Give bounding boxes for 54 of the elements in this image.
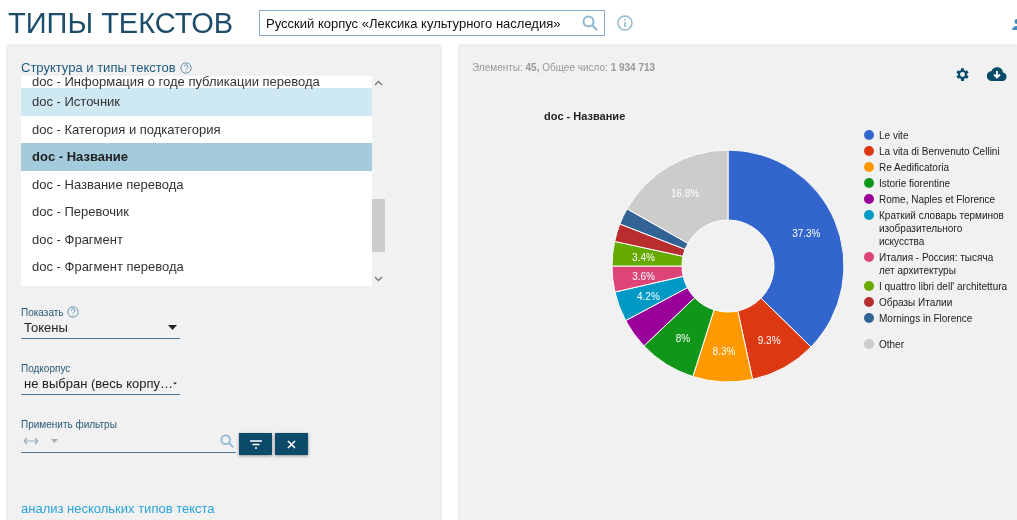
field-label: Применить фильтры xyxy=(21,419,117,430)
subcorpus-select[interactable]: не выбран (весь корпу… xyxy=(21,374,180,395)
legend-label: I quattro libri dell' architettura xyxy=(879,280,1008,293)
legend-label: Образы Италии xyxy=(879,296,953,309)
list-item[interactable]: doc - Фрагмент xyxy=(21,225,372,253)
slice-label: 8.3% xyxy=(712,345,736,357)
stat-value: 1 934 713 xyxy=(610,62,656,73)
page-title: ТИПЫ ТЕКСТОВ xyxy=(8,6,234,40)
field-label: Подкорпус xyxy=(21,363,71,374)
search-icon xyxy=(220,434,234,448)
stat-label: Элементы: xyxy=(472,62,523,73)
list-item[interactable]: doc - Источник xyxy=(21,88,372,116)
list-item[interactable]: doc - Категория и подкатегория xyxy=(21,115,372,143)
legend-label: Other xyxy=(879,338,904,351)
clear-button[interactable] xyxy=(275,433,308,455)
slice-label: 9.3% xyxy=(757,335,781,347)
legend-label: La vita di Benvenuto Cellini xyxy=(879,145,1000,158)
legend-label: Италия - Россия: тысяча лет архитектуры xyxy=(879,251,995,277)
scroll-down-icon[interactable] xyxy=(374,276,383,282)
info-icon[interactable] xyxy=(617,15,634,31)
close-icon xyxy=(287,439,296,449)
show-select[interactable]: Токены xyxy=(21,318,180,339)
scroll-up-icon[interactable] xyxy=(374,80,383,86)
settings-icon[interactable] xyxy=(954,66,971,83)
legend-label: Mornings in Florence xyxy=(879,312,973,325)
list-item[interactable]: doc - Фрагмент перевода xyxy=(21,253,372,281)
field-label: Структура и типы текстов xyxy=(21,60,176,75)
legend-label: Краткий словарь терминов изобразительного искусства xyxy=(879,209,1005,248)
list-item[interactable]: doc - Название xyxy=(21,143,372,171)
search-icon xyxy=(582,15,599,31)
chart-title: doc - Название xyxy=(544,110,626,122)
list-item[interactable]: doc - Информация о годе публикации перевода xyxy=(21,76,372,88)
filter-icon xyxy=(249,439,262,449)
help-icon[interactable] xyxy=(179,61,192,74)
stat-label: Общее число: xyxy=(542,62,608,73)
legend-label: Re Aedificatoria xyxy=(879,161,950,174)
help-icon[interactable] xyxy=(66,306,79,318)
list-item[interactable]: doc - Название перевода xyxy=(21,170,372,198)
slice-label: 3.6% xyxy=(632,270,655,282)
slice-label: 37.3% xyxy=(792,228,821,239)
slice-label: 4.2% xyxy=(637,290,660,302)
filter-button[interactable] xyxy=(239,433,272,455)
legend-label: Istorie fiorentine xyxy=(879,177,951,190)
corpus-field[interactable]: Русский корпус «Лексика культурного наследия» xyxy=(259,10,606,36)
field-label: Показать xyxy=(21,306,64,318)
list-item[interactable]: doc - Перевочик xyxy=(21,198,372,226)
slice-label: 8% xyxy=(675,333,691,345)
cloud-download-icon[interactable] xyxy=(987,66,1007,82)
caret-icon xyxy=(168,325,177,330)
scroll-thumb[interactable] xyxy=(372,199,385,252)
stat-value: 45, xyxy=(525,62,540,73)
slice-label: 3.4% xyxy=(632,251,655,263)
legend-label: Le vite xyxy=(879,129,909,142)
legend-label: Rome, Naples et Florence xyxy=(879,193,996,206)
